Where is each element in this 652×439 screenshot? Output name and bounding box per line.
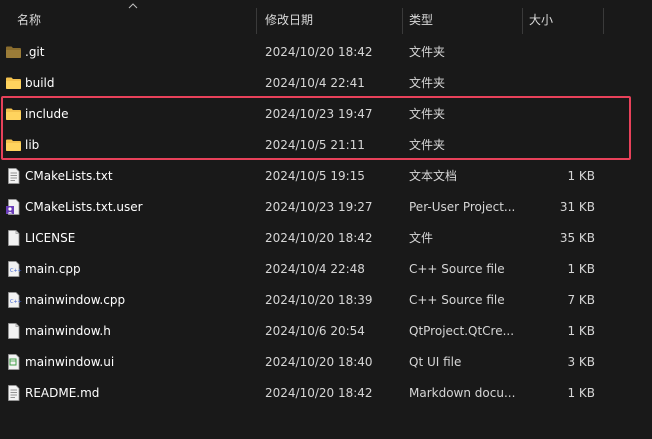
folder-icon <box>5 137 22 153</box>
file-size <box>520 68 595 99</box>
file-row[interactable]: mainwindow.h 2024/10/6 20:54 QtProject.Q… <box>0 316 652 347</box>
file-type: 文件夹 <box>409 107 446 121</box>
file-type: 文件夹 <box>409 45 446 59</box>
file-row[interactable]: lib 2024/10/5 21:11 文件夹 <box>0 130 652 161</box>
file-date: 2024/10/20 18:39 <box>265 293 373 307</box>
column-divider[interactable] <box>402 8 403 34</box>
file-date: 2024/10/20 18:42 <box>265 386 373 400</box>
cpp-file-icon: C++ <box>5 292 22 308</box>
file-size <box>520 99 595 130</box>
file-name: CMakeLists.txt.user <box>25 200 143 214</box>
file-type: C++ Source file <box>409 262 505 276</box>
column-header-date[interactable]: 修改日期 <box>265 0 313 34</box>
file-date: 2024/10/23 19:47 <box>265 107 373 121</box>
folder-dim-icon <box>5 44 22 60</box>
text-file-icon <box>5 385 22 401</box>
blank-file-icon <box>5 323 22 339</box>
column-header-type[interactable]: 类型 <box>409 0 433 34</box>
file-date: 2024/10/5 21:11 <box>265 138 365 152</box>
file-row[interactable]: .git 2024/10/20 18:42 文件夹 <box>0 37 652 68</box>
file-date: 2024/10/20 18:42 <box>265 45 373 59</box>
file-type: 文本文档 <box>409 169 458 183</box>
file-list: .git 2024/10/20 18:42 文件夹 build 2024/10/… <box>0 37 652 409</box>
file-row[interactable]: build 2024/10/4 22:41 文件夹 <box>0 68 652 99</box>
file-row[interactable]: LICENSE 2024/10/20 18:42 文件 35 KB <box>0 223 652 254</box>
blank-file-icon <box>5 230 22 246</box>
column-divider[interactable] <box>256 8 257 34</box>
file-row[interactable]: mainwindow.ui 2024/10/20 18:40 Qt UI fil… <box>0 347 652 378</box>
text-file-icon <box>5 168 22 184</box>
file-date: 2024/10/5 19:15 <box>265 169 365 183</box>
user-file-icon <box>5 199 22 215</box>
file-name: mainwindow.cpp <box>25 293 126 307</box>
file-size: 1 KB <box>567 386 595 400</box>
file-row[interactable]: C++ main.cpp 2024/10/4 22:48 C++ Source … <box>0 254 652 285</box>
file-type: 文件 <box>409 231 434 245</box>
file-size: 31 KB <box>559 200 595 214</box>
file-row[interactable]: C++ mainwindow.cpp 2024/10/20 18:39 C++ … <box>0 285 652 316</box>
file-name: LICENSE <box>25 231 76 245</box>
file-type: Markdown docu... <box>409 386 516 400</box>
file-name: lib <box>25 138 40 152</box>
column-header-size[interactable]: 大小 <box>529 0 553 34</box>
file-row[interactable]: README.md 2024/10/20 18:42 Markdown docu… <box>0 378 652 409</box>
file-date: 2024/10/6 20:54 <box>265 324 365 338</box>
column-divider[interactable] <box>522 8 523 34</box>
file-type: C++ Source file <box>409 293 505 307</box>
file-size <box>520 130 595 161</box>
sort-ascending-icon <box>128 3 138 9</box>
file-name: CMakeLists.txt <box>25 169 113 183</box>
file-name: README.md <box>25 386 100 400</box>
file-name: mainwindow.ui <box>25 355 115 369</box>
file-size: 1 KB <box>567 324 595 338</box>
column-header-name[interactable]: 名称 <box>17 0 41 34</box>
ui-file-icon <box>5 354 22 370</box>
column-header-bar: 名称 修改日期 类型 大小 <box>0 0 652 34</box>
file-type: 文件夹 <box>409 76 446 90</box>
file-size: 35 KB <box>559 231 595 245</box>
file-date: 2024/10/4 22:48 <box>265 262 365 276</box>
file-date: 2024/10/20 18:40 <box>265 355 373 369</box>
file-name: main.cpp <box>25 262 81 276</box>
svg-text:C++: C++ <box>10 299 22 305</box>
file-type: QtProject.QtCre... <box>409 324 515 338</box>
svg-text:C++: C++ <box>10 268 22 274</box>
file-type: Qt UI file <box>409 355 462 369</box>
file-date: 2024/10/23 19:27 <box>265 200 373 214</box>
file-type: Per-User Project... <box>409 200 516 214</box>
column-divider[interactable] <box>603 8 604 34</box>
file-name: include <box>25 107 69 121</box>
folder-icon <box>5 75 22 91</box>
file-date: 2024/10/4 22:41 <box>265 76 365 90</box>
file-type: 文件夹 <box>409 138 446 152</box>
cpp-file-icon: C++ <box>5 261 22 277</box>
file-row[interactable]: include 2024/10/23 19:47 文件夹 <box>0 99 652 130</box>
folder-icon <box>5 106 22 122</box>
file-name: build <box>25 76 55 90</box>
file-row[interactable]: CMakeLists.txt 2024/10/5 19:15 文本文档 1 KB <box>0 161 652 192</box>
file-date: 2024/10/20 18:42 <box>265 231 373 245</box>
file-row[interactable]: CMakeLists.txt.user 2024/10/23 19:27 Per… <box>0 192 652 223</box>
file-size: 1 KB <box>567 262 595 276</box>
file-name: mainwindow.h <box>25 324 111 338</box>
file-size: 1 KB <box>567 169 595 183</box>
file-size: 3 KB <box>567 355 595 369</box>
file-size <box>520 37 595 68</box>
file-size: 7 KB <box>567 293 595 307</box>
file-name: .git <box>25 45 45 59</box>
